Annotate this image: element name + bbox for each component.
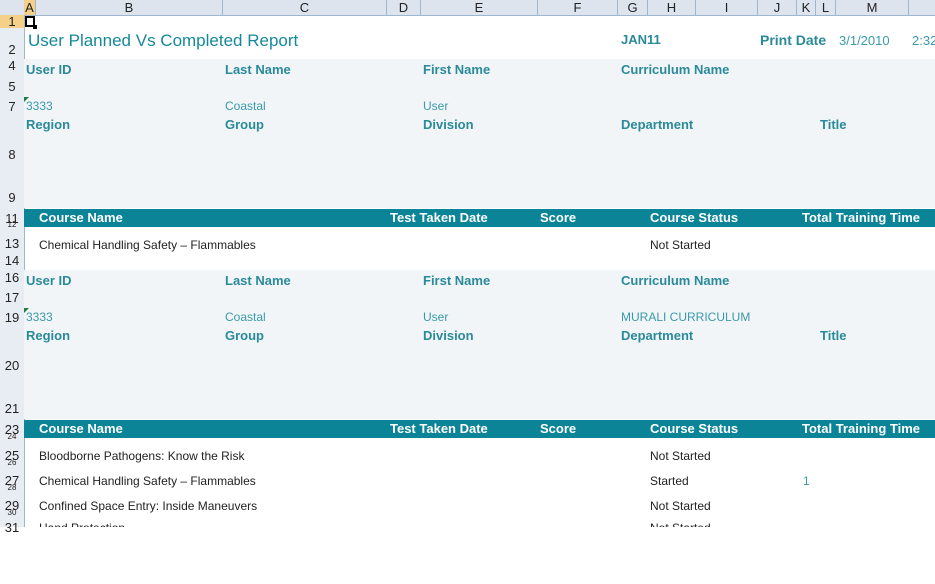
label-department: Department (621, 328, 694, 343)
course-name: Chemical Handling Safety – Flammables (39, 474, 256, 488)
row-header[interactable]: 1 (0, 15, 24, 28)
header-total-training-time: Total Training Time (802, 421, 920, 436)
active-cell-a1[interactable] (25, 16, 37, 29)
label-division: Division (423, 117, 474, 132)
user-info-band (24, 270, 935, 419)
print-time-value: 2:32 (912, 33, 935, 48)
course-status: Not Started (650, 499, 711, 513)
row-header[interactable]: 19 (0, 311, 24, 324)
label-group: Group (225, 328, 264, 343)
header-course-status: Course Status (650, 210, 739, 225)
row-header[interactable]: 28 (0, 484, 24, 492)
row-header[interactable]: 30 (0, 509, 24, 517)
course-status: Started (650, 474, 689, 488)
row-header[interactable]: 16 (0, 271, 24, 284)
print-date-label: Print Date (760, 32, 827, 48)
row-header[interactable]: 17 (0, 291, 24, 304)
label-title: Title (820, 328, 847, 343)
header-test-taken-date: Test Taken Date (390, 210, 488, 225)
value-user-id: 3333 (26, 99, 53, 113)
column-header-e[interactable]: E (421, 0, 538, 15)
column-header-g[interactable]: G (618, 0, 648, 15)
label-division: Division (423, 328, 474, 343)
label-curriculum-name: Curriculum Name (621, 273, 730, 288)
print-date-value: 3/1/2010 (839, 33, 890, 48)
row-header[interactable]: 31 (0, 521, 24, 534)
row-header[interactable]: 12 (0, 221, 24, 229)
course-name: Bloodborne Pathogens: Know the Risk (39, 449, 245, 463)
value-user-id: 3333 (26, 310, 53, 324)
value-curriculum: MURALI CURRICULUM (621, 310, 751, 324)
header-test-taken-date: Test Taken Date (390, 421, 488, 436)
row-header[interactable]: 8 (0, 148, 24, 161)
row-header[interactable]: 2 (0, 43, 24, 56)
course-name: Confined Space Entry: Inside Maneuvers (39, 499, 258, 513)
label-region: Region (26, 117, 71, 132)
course-status: Not Started (650, 238, 711, 252)
label-last-name: Last Name (225, 62, 291, 77)
column-header-d[interactable]: D (387, 0, 421, 15)
course-status: Not Started (650, 449, 711, 463)
report-title: User Planned Vs Completed Report (28, 31, 299, 50)
label-user-id: User ID (26, 62, 72, 77)
column-header-i[interactable]: I (696, 0, 758, 15)
label-title: Title (820, 117, 847, 132)
label-user-id: User ID (26, 273, 72, 288)
label-group: Group (225, 117, 264, 132)
viewport-bottom-cutoff (24, 527, 935, 584)
row-header[interactable]: 4 (0, 59, 24, 72)
header-course-name: Course Name (39, 210, 123, 225)
row-header[interactable]: 20 (0, 359, 24, 372)
label-first-name: First Name (423, 273, 491, 288)
row-header[interactable]: 21 (0, 402, 24, 415)
column-header-m[interactable]: M (836, 0, 909, 15)
column-header-b[interactable]: B (36, 0, 223, 15)
column-header-c[interactable]: C (223, 0, 387, 15)
row-header[interactable]: 7 (0, 100, 24, 113)
column-header-j[interactable]: J (758, 0, 797, 15)
course-name: Chemical Handling Safety – Flammables (39, 238, 256, 252)
value-last-name: Coastal (225, 310, 266, 324)
label-region: Region (26, 328, 71, 343)
value-last-name: Coastal (225, 99, 266, 113)
row-header[interactable]: 24 (0, 433, 24, 441)
header-score: Score (540, 210, 577, 225)
row-header[interactable]: 9 (0, 191, 24, 204)
user-info-band (24, 59, 935, 208)
row-header-bar: 1 2 4 5 7 8 9 11 12 13 14 16 17 19 20 21… (0, 15, 25, 534)
row-header[interactable]: 5 (0, 80, 24, 93)
column-header-a[interactable]: A (24, 0, 36, 15)
report-period: JAN11 (621, 32, 661, 47)
label-first-name: First Name (423, 62, 491, 77)
column-header-h[interactable]: H (648, 0, 696, 15)
value-first-name: User (423, 310, 449, 324)
column-header-f[interactable]: F (538, 0, 618, 15)
value-first-name: User (423, 99, 449, 113)
header-course-status: Course Status (650, 421, 739, 436)
label-last-name: Last Name (225, 273, 291, 288)
column-header-k[interactable]: K (797, 0, 816, 15)
course-training-time: 1 (803, 474, 810, 488)
course-table-header: Course Name Test Taken Date Score Course… (24, 209, 935, 227)
header-course-name: Course Name (39, 421, 123, 436)
row-header[interactable]: 26 (0, 459, 24, 467)
column-header-l[interactable]: L (816, 0, 836, 15)
course-table-header: Course Name Test Taken Date Score Course… (24, 420, 935, 438)
label-curriculum-name: Curriculum Name (621, 62, 730, 77)
header-score: Score (540, 421, 577, 436)
header-total-training-time: Total Training Time (802, 210, 920, 225)
row-header[interactable]: 13 (0, 237, 24, 250)
column-header-bar: A B C D E F G H I J K L M (0, 0, 935, 16)
label-department: Department (621, 117, 694, 132)
row-header[interactable]: 14 (0, 254, 24, 267)
